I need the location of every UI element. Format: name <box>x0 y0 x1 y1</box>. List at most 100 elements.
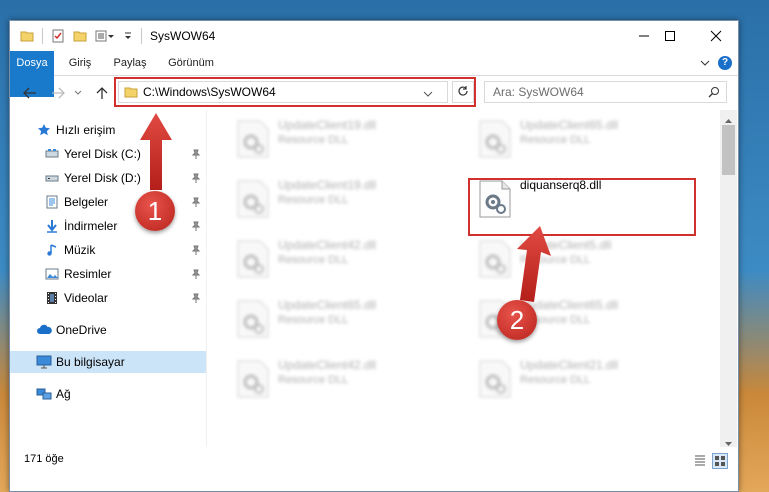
close-button[interactable] <box>694 21 738 51</box>
dll-file-icon <box>478 180 512 221</box>
refresh-button[interactable] <box>452 81 474 103</box>
file-name: UpdateClient5.dll <box>520 238 612 252</box>
back-button[interactable] <box>20 84 40 102</box>
expand-ribbon-icon[interactable] <box>700 57 710 71</box>
video-icon <box>44 290 60 306</box>
pin-icon[interactable] <box>191 268 201 282</box>
sidebar-item-music[interactable]: Müzik <box>10 239 206 261</box>
pin-icon[interactable] <box>191 244 201 258</box>
sidebar-item-label: Resimler <box>64 267 112 281</box>
file-type: Resource DLL <box>520 134 591 146</box>
callout-badge-2: 2 <box>497 300 537 340</box>
pane-divider[interactable] <box>206 110 207 447</box>
large-icons-view-icon[interactable] <box>712 453 728 469</box>
window-title: SysWOW64 <box>150 29 216 43</box>
sidebar-item-network[interactable]: Ağ <box>10 383 206 405</box>
file-item[interactable]: UpdateClient5.dll Resource DLL <box>472 236 692 282</box>
file-name: UpdateClient21.dll <box>520 358 619 372</box>
file-name: UpdateClient65.dll <box>520 118 619 132</box>
sidebar-item-onedrive[interactable]: OneDrive <box>10 319 206 341</box>
help-button[interactable]: ? <box>718 56 732 70</box>
recent-locations-icon[interactable] <box>72 84 84 102</box>
dll-file-icon <box>236 300 270 341</box>
address-path[interactable]: C:\Windows\SysWOW64 <box>143 85 276 99</box>
dll-file-icon <box>478 120 512 161</box>
file-item-highlighted[interactable]: diquanserq8.dll <box>472 176 692 222</box>
dll-file-icon <box>478 360 512 401</box>
address-bar[interactable]: C:\Windows\SysWOW64 <box>118 81 448 103</box>
file-item[interactable]: UpdateClient21.dll Resource DLL <box>472 356 692 402</box>
sidebar-item-quick-access[interactable]: Hızlı erişim <box>10 119 206 141</box>
forward-button[interactable] <box>48 84 68 102</box>
sidebar-item-documents[interactable]: Belgeler <box>10 191 206 213</box>
file-item[interactable]: UpdateClient65.dll Resource DLL <box>472 116 692 162</box>
pin-icon[interactable] <box>191 292 201 306</box>
item-count: 171 öğe <box>24 453 64 465</box>
sidebar-item-label: İndirmeler <box>64 219 118 233</box>
file-item[interactable]: UpdateClient42.dll Resource DLL <box>230 356 450 402</box>
callout-badge-1: 1 <box>135 191 175 231</box>
computer-icon <box>36 354 52 370</box>
sidebar-item-label: Yerel Disk (D:) <box>64 171 141 185</box>
tab-paylas[interactable]: Paylaş <box>106 51 154 75</box>
file-type: Resource DLL <box>278 254 349 266</box>
file-name: UpdateClient19.dll <box>278 118 377 132</box>
sidebar-item-pictures[interactable]: Resimler <box>10 263 206 285</box>
search-input[interactable]: Ara: SysWOW64 <box>493 85 584 99</box>
sidebar-item-label: Videolar <box>64 291 108 305</box>
file-item[interactable]: UpdateClient42.dll Resource DLL <box>230 236 450 282</box>
pin-icon[interactable] <box>191 148 201 162</box>
sidebar-item-local-disk-d[interactable]: Yerel Disk (D:) <box>10 167 206 189</box>
file-item[interactable]: UpdateClient65.dll Resource DLL <box>230 296 450 342</box>
scrollbar-thumb[interactable] <box>722 125 735 175</box>
sidebar-item-this-pc[interactable]: Bu bilgisayar <box>10 351 206 373</box>
pin-icon[interactable] <box>191 220 201 234</box>
sidebar-item-local-disk-c[interactable]: Yerel Disk (C:) <box>10 143 206 165</box>
sidebar-item-videos[interactable]: Videolar <box>10 287 206 309</box>
file-item[interactable]: UpdateClient19.dll Resource DLL <box>230 176 450 222</box>
dll-file-icon <box>478 240 512 281</box>
dll-file-icon <box>236 360 270 401</box>
sidebar-item-label: OneDrive <box>56 323 107 337</box>
file-type: Resource DLL <box>520 254 591 266</box>
maximize-button[interactable] <box>648 21 692 51</box>
file-type: Resource DLL <box>278 314 349 326</box>
status-bar: 171 öğe <box>10 447 738 491</box>
quick-access-toolbar <box>20 28 142 44</box>
sidebar-item-label: Müzik <box>64 243 96 257</box>
tab-gorunum[interactable]: Görünüm <box>160 51 222 75</box>
file-name: UpdateClient42.dll <box>278 358 377 372</box>
file-type: Resource DLL <box>520 374 591 386</box>
explorer-window: SysWOW64 Dosya Giriş Paylaş Görünüm ? C:… <box>9 20 739 492</box>
download-icon <box>44 218 60 234</box>
chevron-down-icon[interactable] <box>423 87 433 101</box>
sidebar-item-downloads[interactable]: İndirmeler <box>10 215 206 237</box>
customize-toolbar-icon[interactable] <box>123 29 133 43</box>
folder-icon <box>124 85 138 102</box>
file-type: Resource DLL <box>278 194 349 206</box>
details-view-icon[interactable] <box>693 453 707 467</box>
pictures-icon <box>44 266 60 282</box>
pin-icon[interactable] <box>191 172 201 186</box>
properties-icon[interactable] <box>51 29 65 43</box>
file-item[interactable]: UpdateClient19.dll Resource DLL <box>230 116 450 162</box>
file-type: Resource DLL <box>278 374 349 386</box>
search-box[interactable]: Ara: SysWOW64 <box>484 81 727 103</box>
refresh-icon <box>457 85 469 100</box>
star-icon <box>36 122 52 138</box>
search-icon[interactable] <box>708 86 720 101</box>
toolbar-separator <box>141 28 142 44</box>
sidebar-item-label: Yerel Disk (C:) <box>64 147 141 161</box>
view-options-icon[interactable] <box>95 29 115 43</box>
new-folder-icon[interactable] <box>73 29 87 43</box>
sidebar-item-label: Belgeler <box>64 195 109 209</box>
vertical-scrollbar[interactable] <box>720 110 737 447</box>
tab-giris[interactable]: Giriş <box>60 51 100 75</box>
cloud-icon <box>36 322 52 338</box>
network-icon <box>36 386 52 402</box>
up-button[interactable] <box>92 84 112 102</box>
file-list: UpdateClient19.dll Resource DLL UpdateCl… <box>210 110 720 447</box>
dll-file-icon <box>236 120 270 161</box>
pin-icon[interactable] <box>191 196 201 210</box>
music-icon <box>44 242 60 258</box>
